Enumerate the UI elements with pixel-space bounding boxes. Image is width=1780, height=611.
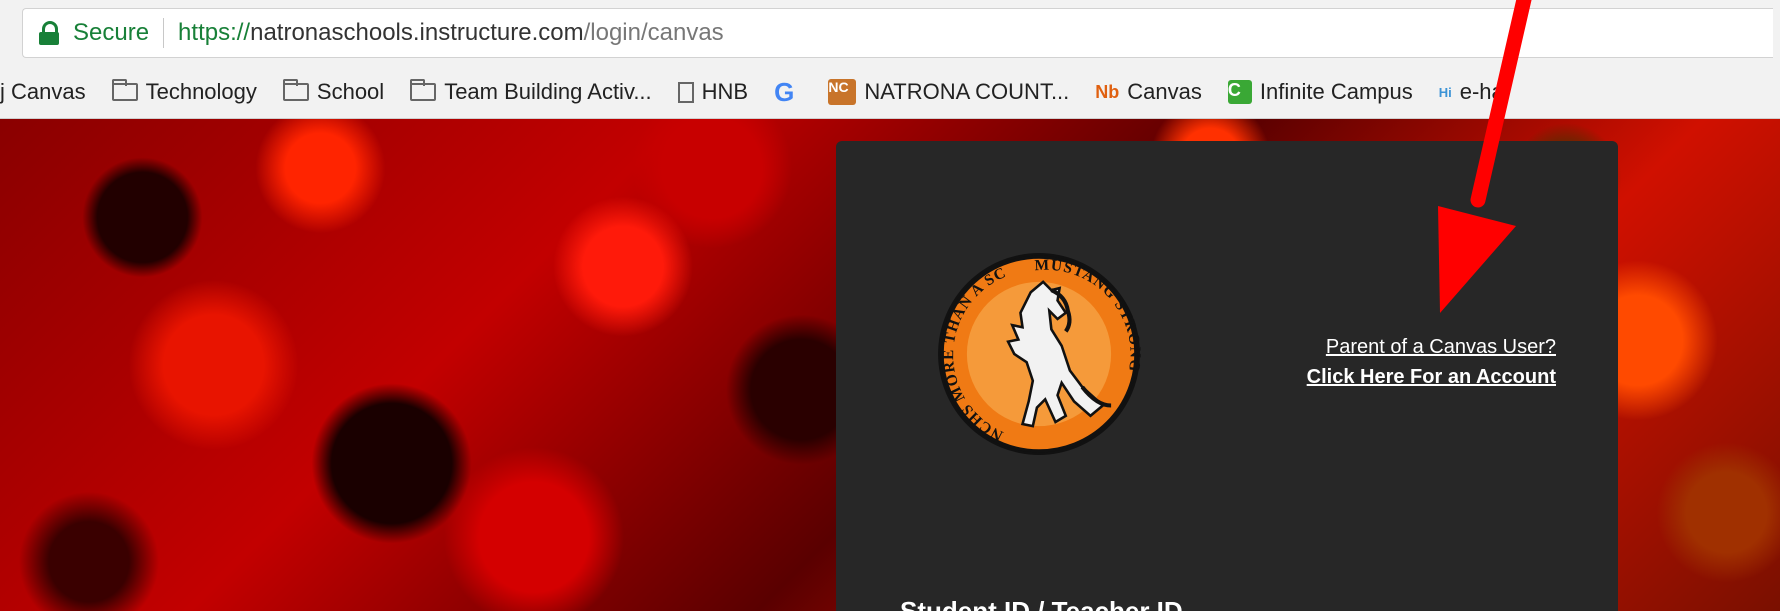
parent-question-link[interactable]: Parent of a Canvas User? [1307,332,1556,362]
bookmark-label: j Canvas [0,79,86,104]
bookmark-google[interactable]: G [774,77,802,108]
url-host: natronaschools.instructure.com [250,19,584,46]
url-text[interactable]: https://natronaschools.instructure.com/l… [178,19,724,47]
bookmark-label: Team Building Activ... [444,79,652,104]
login-page: NCHS MORE THAN A SCHOOL MUSTANG STRONG P… [0,119,1780,611]
url-scheme: https:// [178,19,251,46]
folder-icon [282,79,309,101]
bookmark-label: HNB [701,79,749,104]
bookmark-label: Infinite Campus [1259,79,1413,104]
bookmark-canvas-partial[interactable]: j Canvas [0,79,86,105]
folder-icon [111,79,138,101]
infinite-campus-icon: C [1227,80,1252,104]
page-icon [677,81,694,103]
e-hallpass-icon: Hi [1438,84,1452,100]
bookmark-folder-team-building[interactable]: Team Building Activ... [410,79,652,105]
natrona-logo-icon: NC [828,79,857,105]
bookmark-label: e-hal [1459,79,1509,104]
bookmark-label: NATRONA COUNT... [864,79,1070,104]
login-panel: NCHS MORE THAN A SCHOOL MUSTANG STRONG P… [836,141,1618,611]
parent-account-links: Parent of a Canvas User? Click Here For … [1307,332,1556,392]
bookmark-e-hallpass[interactable]: Hi e-hal [1439,79,1509,105]
divider [163,18,165,48]
bookmark-label: Technology [145,79,257,104]
student-teacher-id-label: Student ID / Teacher ID [900,596,1183,611]
school-logo: NCHS MORE THAN A SCHOOL MUSTANG STRONG [936,251,1142,455]
bookmark-canvas[interactable]: Nb Canvas [1095,79,1202,105]
lock-icon [39,21,59,45]
ncsd-logo-icon: Nb [1095,81,1120,102]
create-parent-account-link[interactable]: Click Here For an Account [1307,362,1556,392]
bookmark-folder-school[interactable]: School [282,79,385,105]
bookmark-label: School [316,79,385,104]
url-path: /login/canvas [583,19,724,46]
google-icon: G [774,76,795,107]
bookmark-folder-technology[interactable]: Technology [111,79,257,105]
secure-label: Secure [73,19,150,46]
bookmark-infinite-campus[interactable]: C Infinite Campus [1227,79,1413,105]
address-bar[interactable]: Secure https://natronaschools.instructur… [22,8,1773,58]
folder-icon [410,79,437,101]
bookmark-natrona-county[interactable]: NC NATRONA COUNT... [828,79,1069,105]
bookmark-label: Canvas [1127,79,1202,104]
bookmarks-bar: j Canvas Technology School Team Building… [0,66,1780,119]
bookmark-hnb[interactable]: HNB [677,79,749,105]
browser-toolbar: Secure https://natronaschools.instructur… [0,0,1780,67]
